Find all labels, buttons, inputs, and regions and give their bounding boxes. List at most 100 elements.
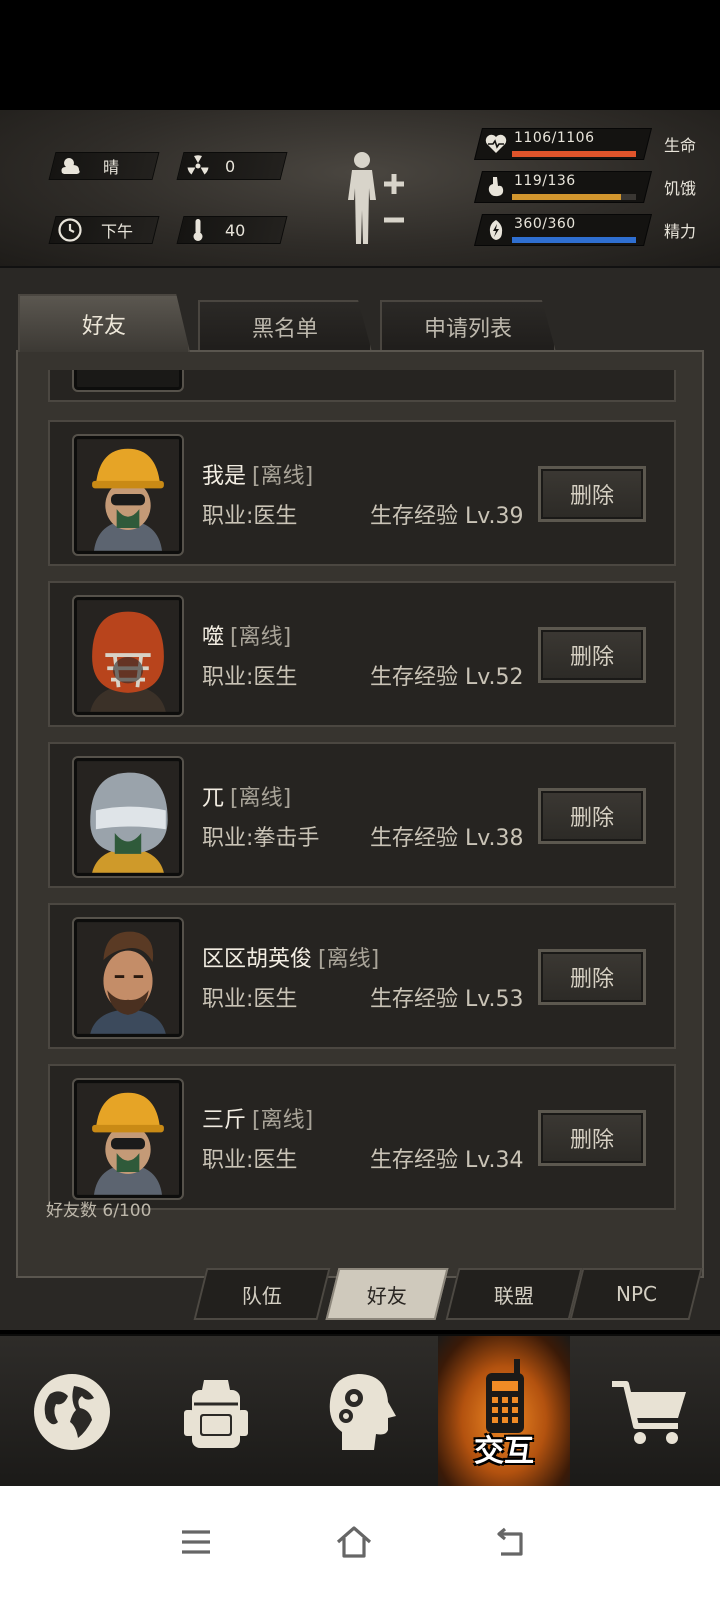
list-item[interactable]: 噬 [离线] 职业:医生 生存经验 Lv.52 删除 [48, 581, 676, 727]
health-stat: 1106/1106 生命 [474, 126, 696, 162]
friend-count: 好友数 6/100 [46, 1201, 152, 1221]
friend-job: 职业:医生 [202, 1148, 298, 1173]
delete-button[interactable]: 删除 [538, 1110, 646, 1166]
friend-status: [离线] [230, 625, 292, 650]
temperature-value: 40 [225, 220, 246, 240]
subtab-alliance[interactable]: 联盟 [445, 1268, 583, 1320]
friend-name: 区区胡英俊 [202, 947, 313, 972]
cloud-sun-icon [61, 158, 80, 174]
time-label: 下午 [101, 222, 134, 241]
nav-interaction[interactable]: 交互 [438, 1336, 570, 1488]
delete-button[interactable]: 删除 [538, 788, 646, 844]
weather-chip: 晴 [48, 152, 160, 180]
delete-button[interactable]: 删除 [538, 627, 646, 683]
system-back-button[interactable] [484, 1514, 540, 1570]
radiation-value: 0 [225, 156, 236, 176]
subtab-team-label: 队伍 [242, 1283, 282, 1308]
friend-exp: 生存经验 Lv.38 [370, 826, 524, 851]
subtab-friends[interactable]: 好友 [325, 1268, 449, 1320]
body-status-button[interactable] [340, 148, 412, 248]
friend-job: 职业:医生 [202, 665, 298, 690]
friend-job: 职业:医生 [202, 987, 298, 1012]
friend-name-line: 我是 [离线] [202, 458, 313, 490]
bearded-man-avatar [74, 919, 182, 1037]
temperature-chip: 40 [176, 216, 288, 244]
delete-button[interactable]: 删除 [538, 466, 646, 522]
tab-blacklist[interactable]: 黑名单 [198, 300, 372, 352]
delete-button-label: 删除 [569, 1128, 614, 1153]
cart-icon [612, 1381, 686, 1444]
motorcycle-helmet-avatar [74, 758, 182, 876]
hunger-bar-fill [512, 194, 621, 200]
friends-list[interactable]: 我是 [离线] 职业:医生 生存经验 Lv.39 删除 噬 [离线] 职业:医生 生… [48, 370, 676, 1212]
friend-job: 职业:拳击手 [202, 826, 320, 851]
back-icon [497, 1527, 523, 1556]
energy-value: 360/360 [514, 216, 576, 232]
friend-name: 噬 [202, 625, 225, 650]
list-item-partial [48, 370, 676, 402]
human-body-icon [348, 152, 404, 244]
friend-name-line: 兀 [离线] [202, 780, 291, 812]
subtab-friends-label: 好友 [367, 1283, 407, 1308]
tab-friends-label: 好友 [81, 314, 126, 339]
health-label: 生命 [663, 136, 696, 155]
football-helmet-avatar [74, 597, 182, 715]
nav-interaction-label: 交互 [474, 1434, 534, 1469]
friend-name: 兀 [202, 786, 225, 811]
friend-status: [离线] [230, 786, 292, 811]
radiation-icon [187, 155, 209, 175]
list-item[interactable]: 区区胡英俊 [离线] 职业:医生 生存经验 Lv.53 删除 [48, 903, 676, 1049]
tab-requests[interactable]: 申请列表 [380, 300, 556, 352]
backpack-icon [184, 1380, 248, 1448]
system-menu-button[interactable] [168, 1514, 224, 1570]
list-item[interactable]: 我是 [离线] 职业:医生 生存经验 Lv.39 删除 [48, 420, 676, 566]
nav-map[interactable] [6, 1336, 138, 1488]
nav-inventory[interactable] [150, 1336, 282, 1488]
friend-name: 我是 [202, 464, 247, 489]
friend-name-line: 区区胡英俊 [离线] [202, 941, 379, 973]
friend-name-line: 三斤 [离线] [202, 1102, 313, 1134]
home-icon [336, 1526, 372, 1558]
delete-button-label: 删除 [569, 484, 614, 509]
friend-status: [离线] [318, 947, 380, 972]
tab-friends[interactable]: 好友 [18, 294, 190, 352]
friend-name-line: 噬 [离线] [202, 619, 291, 651]
head-gears-icon [329, 1374, 396, 1450]
hunger-label: 饥饿 [663, 179, 696, 198]
hunger-stat: 119/136 饥饿 [474, 169, 696, 205]
hardhat-avatar [74, 1080, 182, 1198]
delete-button-label: 删除 [569, 806, 614, 831]
energy-bar-fill [512, 237, 636, 243]
nav-shop[interactable] [584, 1336, 716, 1488]
hud-panel: 晴 0 下午 40 1106/1106 生命 119/136 饥饿 360/36… [0, 110, 720, 268]
health-bar-fill [512, 151, 636, 157]
friend-status: [离线] [252, 1108, 314, 1133]
subtab-npc[interactable]: NPC [569, 1268, 703, 1320]
friend-job: 职业:医生 [202, 504, 298, 529]
system-nav-bar [0, 1486, 720, 1600]
subtab-npc-label: NPC [615, 1282, 657, 1306]
friend-exp: 生存经验 Lv.53 [370, 987, 524, 1012]
energy-icon [489, 220, 503, 240]
radiation-chip: 0 [176, 152, 288, 180]
nav-skills[interactable] [294, 1336, 426, 1488]
stomach-icon [488, 177, 504, 197]
friend-status: [离线] [252, 464, 314, 489]
subtab-alliance-label: 联盟 [494, 1283, 534, 1308]
friend-exp: 生存经验 Lv.34 [370, 1148, 524, 1173]
hunger-value: 119/136 [514, 173, 576, 189]
list-item[interactable]: 三斤 [离线] 职业:医生 生存经验 Lv.34 删除 [48, 1064, 676, 1210]
time-chip: 下午 [48, 216, 160, 244]
system-home-button[interactable] [326, 1514, 382, 1570]
clock-icon [58, 218, 82, 242]
delete-button[interactable]: 删除 [538, 949, 646, 1005]
tab-requests-label: 申请列表 [423, 317, 512, 342]
list-item[interactable]: 兀 [离线] 职业:拳击手 生存经验 Lv.38 删除 [48, 742, 676, 888]
subtab-team[interactable]: 队伍 [193, 1268, 331, 1320]
health-value: 1106/1106 [514, 130, 595, 146]
globe-icon [34, 1374, 110, 1450]
heart-pulse-icon [485, 134, 507, 153]
delete-button-label: 删除 [569, 967, 614, 992]
friend-exp: 生存经验 Lv.39 [370, 504, 524, 529]
energy-stat: 360/360 精力 [474, 212, 696, 248]
